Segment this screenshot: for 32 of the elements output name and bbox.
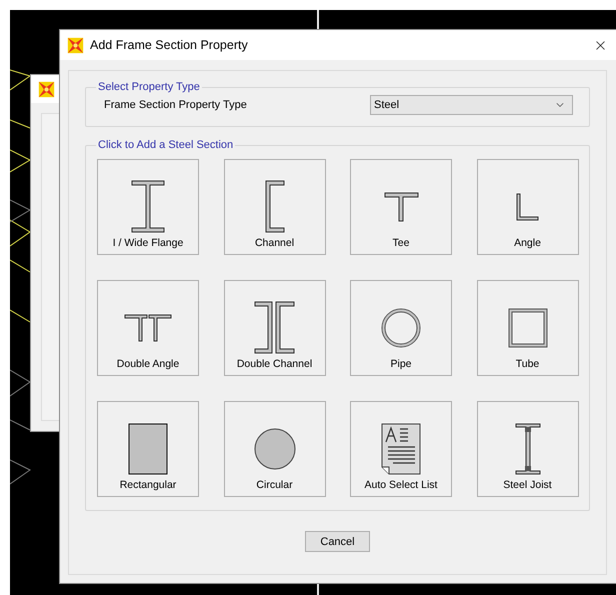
section-button[interactable]: Circular: [224, 401, 326, 497]
group-title: Click to Add a Steel Section: [97, 139, 234, 151]
app-logo-icon: [67, 36, 84, 54]
channel-icon: [264, 180, 284, 233]
section-button[interactable]: Angle: [476, 159, 578, 255]
section-button[interactable]: Steel Joist: [476, 401, 578, 497]
section-button[interactable]: Channel: [224, 159, 326, 255]
double-angle-icon: [124, 314, 172, 342]
field-label: Frame Section Property Type: [104, 99, 247, 111]
cancel-button[interactable]: Cancel: [305, 531, 370, 552]
section-button[interactable]: Double Channel: [224, 280, 326, 376]
rectangle-icon: [128, 422, 168, 474]
circle-icon: [254, 428, 296, 470]
section-button[interactable]: Rectangular: [97, 401, 199, 497]
group-title: Select Property Type: [97, 81, 201, 93]
tee-icon: [384, 192, 418, 222]
app-logo-icon: [38, 80, 55, 98]
steel-joist-icon: [514, 422, 540, 474]
tube-icon: [508, 308, 548, 348]
section-button[interactable]: Auto Select List: [350, 401, 452, 497]
section-button[interactable]: I / Wide Flange: [97, 159, 199, 255]
property-type-dropdown[interactable]: Steel: [370, 95, 573, 115]
pipe-icon: [381, 308, 421, 348]
i-beam-icon: [131, 180, 165, 233]
section-button[interactable]: Double Angle: [97, 280, 199, 376]
section-button[interactable]: Pipe: [350, 280, 452, 376]
angle-icon: [516, 192, 539, 220]
section-button[interactable]: Tee: [350, 159, 452, 255]
double-channel-icon: [254, 301, 295, 354]
window-title: Add Frame Section Property: [90, 38, 249, 52]
section-button[interactable]: Tube: [476, 280, 578, 376]
document-icon: [381, 422, 421, 474]
